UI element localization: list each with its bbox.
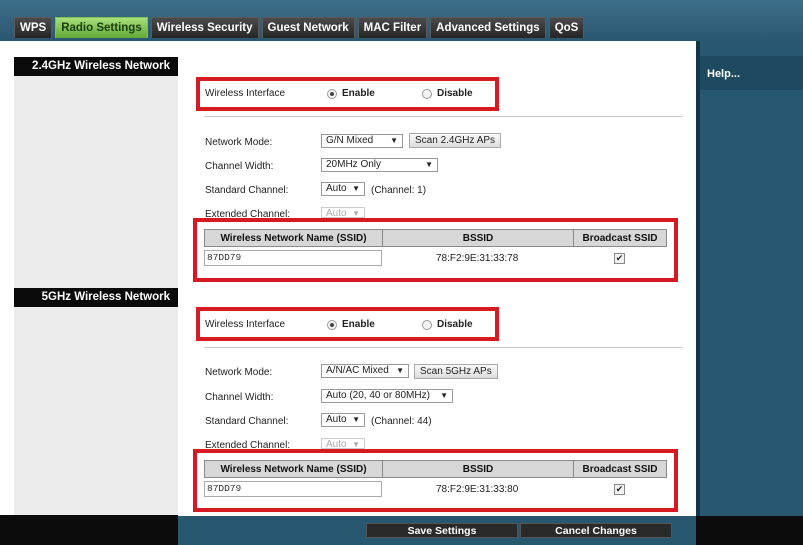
enable-label-5ghz: Enable bbox=[342, 319, 375, 330]
extended-channel-select-24ghz[interactable]: Auto ▼ bbox=[321, 207, 365, 218]
cancel-changes-button[interactable]: Cancel Changes bbox=[520, 523, 672, 538]
standard-channel-value-5ghz: Auto bbox=[326, 414, 347, 425]
channel-width-select-5ghz[interactable]: Auto (20, 40 or 80MHz) ▼ bbox=[321, 389, 453, 403]
chevron-down-icon: ▼ bbox=[440, 391, 448, 400]
disable-label-5ghz: Disable bbox=[437, 319, 473, 330]
standard-channel-select-24ghz[interactable]: Auto ▼ bbox=[321, 182, 365, 196]
col-header-bssid-5ghz: BSSID bbox=[382, 460, 574, 478]
separator bbox=[204, 116, 682, 117]
standard-channel-label-24ghz: Standard Channel: bbox=[205, 185, 289, 196]
network-mode-label-5ghz: Network Mode: bbox=[205, 367, 273, 378]
col-header-ssid-24ghz: Wireless Network Name (SSID) bbox=[204, 229, 383, 247]
chevron-down-icon: ▼ bbox=[396, 366, 404, 375]
channel-note-24ghz: (Channel: 1) bbox=[371, 185, 427, 196]
disable-label-24ghz: Disable bbox=[437, 88, 473, 99]
channel-width-select-24ghz[interactable]: 20MHz Only ▼ bbox=[321, 158, 438, 172]
chevron-down-icon: ▼ bbox=[352, 209, 360, 218]
col-header-broadcast-5ghz: Broadcast SSID bbox=[573, 460, 667, 478]
chevron-down-icon: ▼ bbox=[352, 184, 360, 193]
bssid-value-24ghz: 78:F2:9E:31:33:78 bbox=[436, 253, 519, 264]
broadcast-checkbox-24ghz[interactable]: ✔ bbox=[614, 253, 625, 264]
channel-width-value-5ghz: Auto (20, 40 or 80MHz) bbox=[326, 390, 430, 401]
tab-strip: WPS Radio Settings Wireless Security Gue… bbox=[14, 17, 585, 38]
disable-option-5ghz[interactable]: Disable bbox=[422, 319, 473, 330]
col-header-bssid-24ghz: BSSID bbox=[382, 229, 574, 247]
chevron-down-icon: ▼ bbox=[390, 136, 398, 145]
scan-button-24ghz[interactable]: Scan 2.4GHz APs bbox=[409, 133, 502, 148]
bssid-value-5ghz: 78:F2:9E:31:33:80 bbox=[436, 484, 519, 495]
extended-channel-value-5ghz: Auto bbox=[326, 439, 347, 449]
extended-channel-select-5ghz[interactable]: Auto ▼ bbox=[321, 438, 365, 449]
network-mode-label-24ghz: Network Mode: bbox=[205, 137, 273, 148]
chevron-down-icon: ▼ bbox=[352, 440, 360, 449]
col-header-ssid-5ghz: Wireless Network Name (SSID) bbox=[204, 460, 383, 478]
radio-enable-5ghz[interactable] bbox=[327, 319, 337, 330]
enable-option-24ghz[interactable]: Enable bbox=[327, 88, 375, 99]
content-top bbox=[178, 41, 696, 50]
channel-width-label-5ghz: Channel Width: bbox=[205, 392, 274, 403]
top-nav-bar: WPS Radio Settings Wireless Security Gue… bbox=[0, 0, 803, 41]
save-settings-button[interactable]: Save Settings bbox=[366, 523, 518, 538]
ssid-input-5ghz[interactable]: 87DD79 bbox=[204, 481, 382, 497]
help-column bbox=[696, 41, 803, 516]
col-header-broadcast-24ghz: Broadcast SSID bbox=[573, 229, 667, 247]
radio-enable-24ghz[interactable] bbox=[327, 88, 337, 99]
extended-channel-value-24ghz: Auto bbox=[326, 208, 347, 218]
tab-mac-filter[interactable]: MAC Filter bbox=[357, 17, 428, 38]
channel-width-label-24ghz: Channel Width: bbox=[205, 161, 274, 172]
interface-label-24ghz: Wireless Interface bbox=[205, 88, 286, 99]
chevron-down-icon: ▼ bbox=[352, 415, 360, 424]
separator bbox=[204, 347, 682, 348]
network-mode-value-24ghz: G/N Mixed bbox=[326, 135, 374, 146]
ssid-input-24ghz[interactable]: 87DD79 bbox=[204, 250, 382, 266]
left-panel-24ghz bbox=[14, 76, 178, 288]
standard-channel-select-5ghz[interactable]: Auto ▼ bbox=[321, 413, 365, 427]
scan-button-5ghz[interactable]: Scan 5GHz APs bbox=[414, 364, 498, 379]
standard-channel-label-5ghz: Standard Channel: bbox=[205, 416, 289, 427]
tab-guest-network[interactable]: Guest Network bbox=[261, 17, 355, 38]
enable-option-5ghz[interactable]: Enable bbox=[327, 319, 375, 330]
tab-wireless-security[interactable]: Wireless Security bbox=[150, 17, 259, 38]
chevron-down-icon: ▼ bbox=[425, 160, 433, 169]
channel-note-5ghz: (Channel: 44) bbox=[371, 416, 432, 427]
section-title-24ghz: 2.4GHz Wireless Network bbox=[14, 57, 178, 76]
standard-channel-value-24ghz: Auto bbox=[326, 183, 347, 194]
network-mode-value-5ghz: A/N/AC Mixed bbox=[326, 365, 389, 376]
extended-channel-label-24ghz: Extended Channel: bbox=[205, 209, 291, 218]
broadcast-checkbox-5ghz[interactable]: ✔ bbox=[614, 484, 625, 495]
tab-qos[interactable]: QoS bbox=[548, 17, 585, 38]
disable-option-24ghz[interactable]: Disable bbox=[422, 88, 473, 99]
tab-wps[interactable]: WPS bbox=[14, 17, 53, 38]
right-footer bbox=[696, 516, 803, 545]
left-footer bbox=[0, 515, 178, 545]
radio-disable-5ghz[interactable] bbox=[422, 319, 432, 330]
tab-radio-settings[interactable]: Radio Settings bbox=[55, 17, 148, 38]
enable-label-24ghz: Enable bbox=[342, 88, 375, 99]
tab-advanced-settings[interactable]: Advanced Settings bbox=[430, 17, 546, 38]
help-link[interactable]: Help... bbox=[707, 68, 740, 80]
network-mode-select-24ghz[interactable]: G/N Mixed ▼ bbox=[321, 134, 403, 148]
left-panel-5ghz bbox=[14, 307, 178, 515]
help-column-edge bbox=[696, 41, 700, 516]
network-mode-select-5ghz[interactable]: A/N/AC Mixed ▼ bbox=[321, 364, 409, 378]
interface-label-5ghz: Wireless Interface bbox=[205, 319, 286, 330]
section-title-5ghz: 5GHz Wireless Network bbox=[14, 288, 178, 307]
radio-disable-24ghz[interactable] bbox=[422, 88, 432, 99]
extended-channel-label-5ghz: Extended Channel: bbox=[205, 440, 291, 449]
channel-width-value-24ghz: 20MHz Only bbox=[326, 159, 382, 170]
